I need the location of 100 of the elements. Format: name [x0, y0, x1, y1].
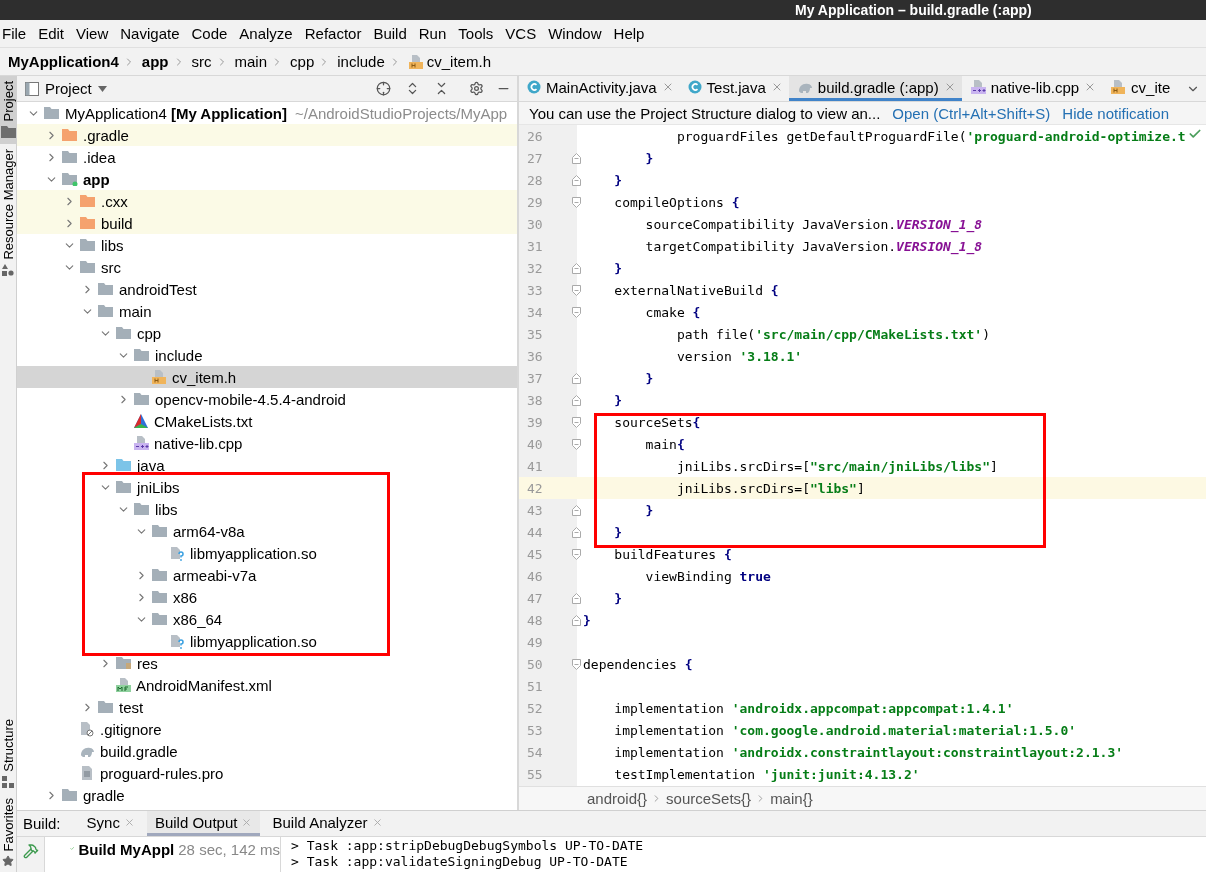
tree-item-label[interactable]: libs — [101, 236, 124, 254]
folder-icon — [79, 194, 96, 208]
tree-item-label[interactable]: .cxx — [101, 192, 128, 210]
menu-item[interactable]: Run — [416, 25, 452, 42]
tree-item-label[interactable]: native-lib.cpp — [154, 434, 243, 452]
breadcrumb[interactable]: main — [234, 53, 268, 70]
tool-window-tab[interactable]: Resource Manager — [0, 144, 16, 282]
line-number: 32 — [527, 260, 543, 276]
build-tab[interactable]: Build Output — [146, 811, 261, 836]
line-number: 42 — [527, 480, 543, 496]
tree-item-label[interactable]: .idea — [83, 148, 116, 166]
tool-window-tab[interactable]: Project — [0, 76, 16, 145]
tree-item-label[interactable]: app — [83, 170, 110, 188]
tree-item-label[interactable]: AndroidManifest.xml — [136, 676, 272, 694]
menu-item[interactable]: Refactor — [302, 25, 367, 42]
tree-item-label[interactable]: .gitignore — [100, 720, 162, 738]
panel-title[interactable]: Project — [45, 80, 92, 97]
breadcrumb[interactable]: cv_item.h — [426, 53, 491, 70]
tree-row[interactable]: cv_item.h — [17, 366, 517, 388]
close-icon[interactable] — [241, 816, 253, 828]
line-number: 47 — [527, 590, 543, 606]
menu-item[interactable]: File — [0, 25, 32, 42]
locate-icon[interactable] — [376, 81, 391, 96]
menu-item[interactable]: Help — [611, 25, 650, 42]
menu-item[interactable]: Tools — [456, 25, 499, 42]
menu-item[interactable]: View — [74, 25, 114, 42]
breadcrumb[interactable]: app — [141, 53, 169, 70]
breadcrumb[interactable]: src — [191, 53, 212, 70]
code-line: main{ — [644, 436, 685, 452]
menu-item[interactable]: Edit — [36, 25, 70, 42]
tree-item-label[interactable]: libmyapplication.so — [190, 544, 317, 562]
tool-window-tab[interactable]: Structure — [0, 713, 16, 793]
folder-icon — [79, 238, 96, 252]
folder-icon — [133, 502, 150, 516]
tree-item-label[interactable]: arm64-v8a — [173, 522, 245, 540]
menu-item[interactable]: Code — [189, 25, 233, 42]
tree-item-label[interactable]: libs — [155, 500, 178, 518]
tree-row[interactable]: build — [17, 212, 517, 234]
folder-icon — [97, 700, 114, 714]
breadcrumb[interactable]: sourceSets{} — [666, 790, 752, 807]
menu-item[interactable]: Build — [371, 25, 412, 42]
tree-item-label[interactable]: MyApplication4 [My Application] — [65, 104, 287, 122]
tree-item-label[interactable]: libmyapplication.so — [190, 632, 317, 650]
tree-item-label[interactable]: cpp — [137, 324, 162, 342]
close-icon[interactable] — [371, 816, 383, 828]
tree-item-label[interactable]: proguard-rules.pro — [100, 764, 224, 782]
folder-icon — [115, 480, 132, 494]
tree-row[interactable]: .cxx — [17, 190, 517, 212]
hammer-icon[interactable] — [22, 843, 39, 859]
close-icon[interactable] — [123, 816, 135, 828]
file-icon — [969, 79, 986, 95]
menu-item[interactable]: VCS — [503, 25, 542, 42]
notification-link[interactable]: Open (Ctrl+Alt+Shift+S) — [892, 104, 1051, 122]
tree-item-label[interactable]: java — [137, 456, 165, 474]
settings-icon[interactable] — [469, 81, 484, 96]
code-line: jniLibs.srcDirs=["src/main/jniLibs/libs"] — [675, 458, 998, 474]
tree-item-label[interactable]: armeabi-v7a — [173, 566, 257, 584]
build-time: 28 sec, 142 ms — [178, 841, 280, 858]
tree-item-label[interactable]: main — [119, 302, 152, 320]
build-tab[interactable]: Sync — [78, 811, 143, 836]
breadcrumb[interactable]: MyApplication4 — [8, 53, 119, 70]
file-icon — [1110, 79, 1127, 95]
tree-item-label[interactable]: cv_item.h — [172, 368, 237, 386]
tree-item-label[interactable]: include — [155, 346, 203, 364]
notification-link[interactable]: Hide notification — [1062, 104, 1170, 122]
code-line: cmake { — [644, 304, 701, 320]
build-result[interactable]: Build MyAppl — [78, 841, 175, 858]
breadcrumb[interactable]: cpp — [290, 53, 315, 70]
caret-icon[interactable] — [97, 85, 107, 92]
tool-window-tab[interactable]: Favorites — [0, 792, 16, 872]
tree-item-label[interactable]: androidTest — [119, 280, 197, 298]
tree-item-label[interactable]: build.gradle — [100, 742, 178, 760]
breadcrumb[interactable]: include — [337, 53, 385, 70]
tree-item-label[interactable]: gradle — [83, 786, 125, 804]
menu-item[interactable]: Window — [546, 25, 607, 42]
tree-item-label[interactable]: res — [137, 654, 158, 672]
menu-item[interactable]: Navigate — [118, 25, 185, 42]
breadcrumb[interactable]: main{} — [770, 790, 813, 807]
tree-item-label[interactable]: .gradle — [83, 126, 129, 144]
build-tab[interactable]: Build Analyzer — [264, 811, 391, 836]
breadcrumb[interactable]: android{} — [587, 790, 648, 807]
tree-item-label[interactable]: jniLibs — [137, 478, 180, 496]
tree-item-label[interactable]: src — [101, 258, 121, 276]
tree-item-label[interactable]: test — [119, 698, 144, 716]
line-number: 39 — [527, 414, 543, 430]
editor-tab[interactable]: Test.java — [679, 76, 789, 101]
tree-item-label[interactable]: CMakeLists.txt — [154, 412, 253, 430]
tree-item-label[interactable]: opencv-mobile-4.5.4-android — [155, 390, 346, 408]
editor-tab[interactable]: build.gradle (:app) — [788, 76, 962, 101]
line-number: 53 — [527, 722, 543, 738]
code-line: externalNativeBuild { — [613, 282, 779, 298]
editor-tab[interactable]: cv_ite — [1102, 76, 1177, 101]
tree-item-label[interactable]: x86 — [173, 588, 198, 606]
tree-item-label[interactable]: x86_64 — [173, 610, 223, 628]
panel-label: Build: — [23, 814, 61, 834]
editor-tab[interactable]: native-lib.cpp — [961, 76, 1103, 101]
tree-row[interactable]: .gradle — [17, 124, 517, 146]
editor-tab[interactable]: MainActivity.java — [519, 76, 680, 101]
tree-item-label[interactable]: build — [101, 214, 133, 232]
menu-item[interactable]: Analyze — [237, 25, 298, 42]
